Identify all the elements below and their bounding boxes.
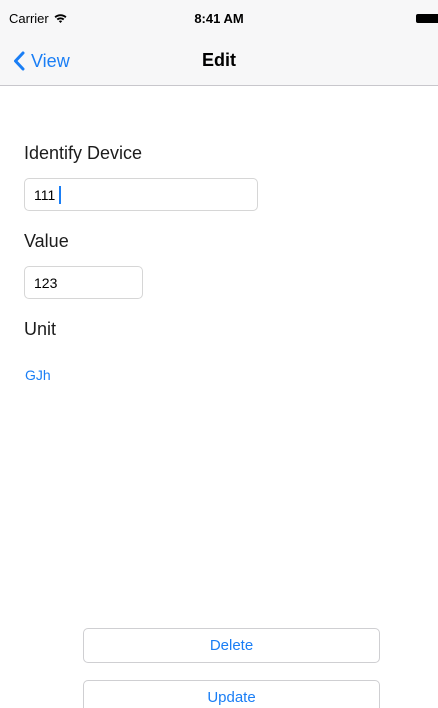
status-time: 8:41 AM [194,11,244,26]
unit-label: Unit [24,319,57,339]
value-field[interactable] [24,266,143,299]
text-cursor [59,186,61,204]
unit-selector[interactable]: GJh [25,367,51,383]
delete-button[interactable]: Delete [83,628,380,663]
battery-icon [416,14,438,23]
navigation-bar: View Edit [0,40,438,86]
status-bar: Carrier 8:41 AM [0,0,438,40]
edit-screen: Carrier 8:41 AM View Edit Identify Devic… [0,0,438,708]
update-button[interactable]: Update [83,680,380,708]
value-label: Value [24,231,69,251]
identify-device-label: Identify Device [24,143,143,163]
page-title: Edit [202,50,236,70]
